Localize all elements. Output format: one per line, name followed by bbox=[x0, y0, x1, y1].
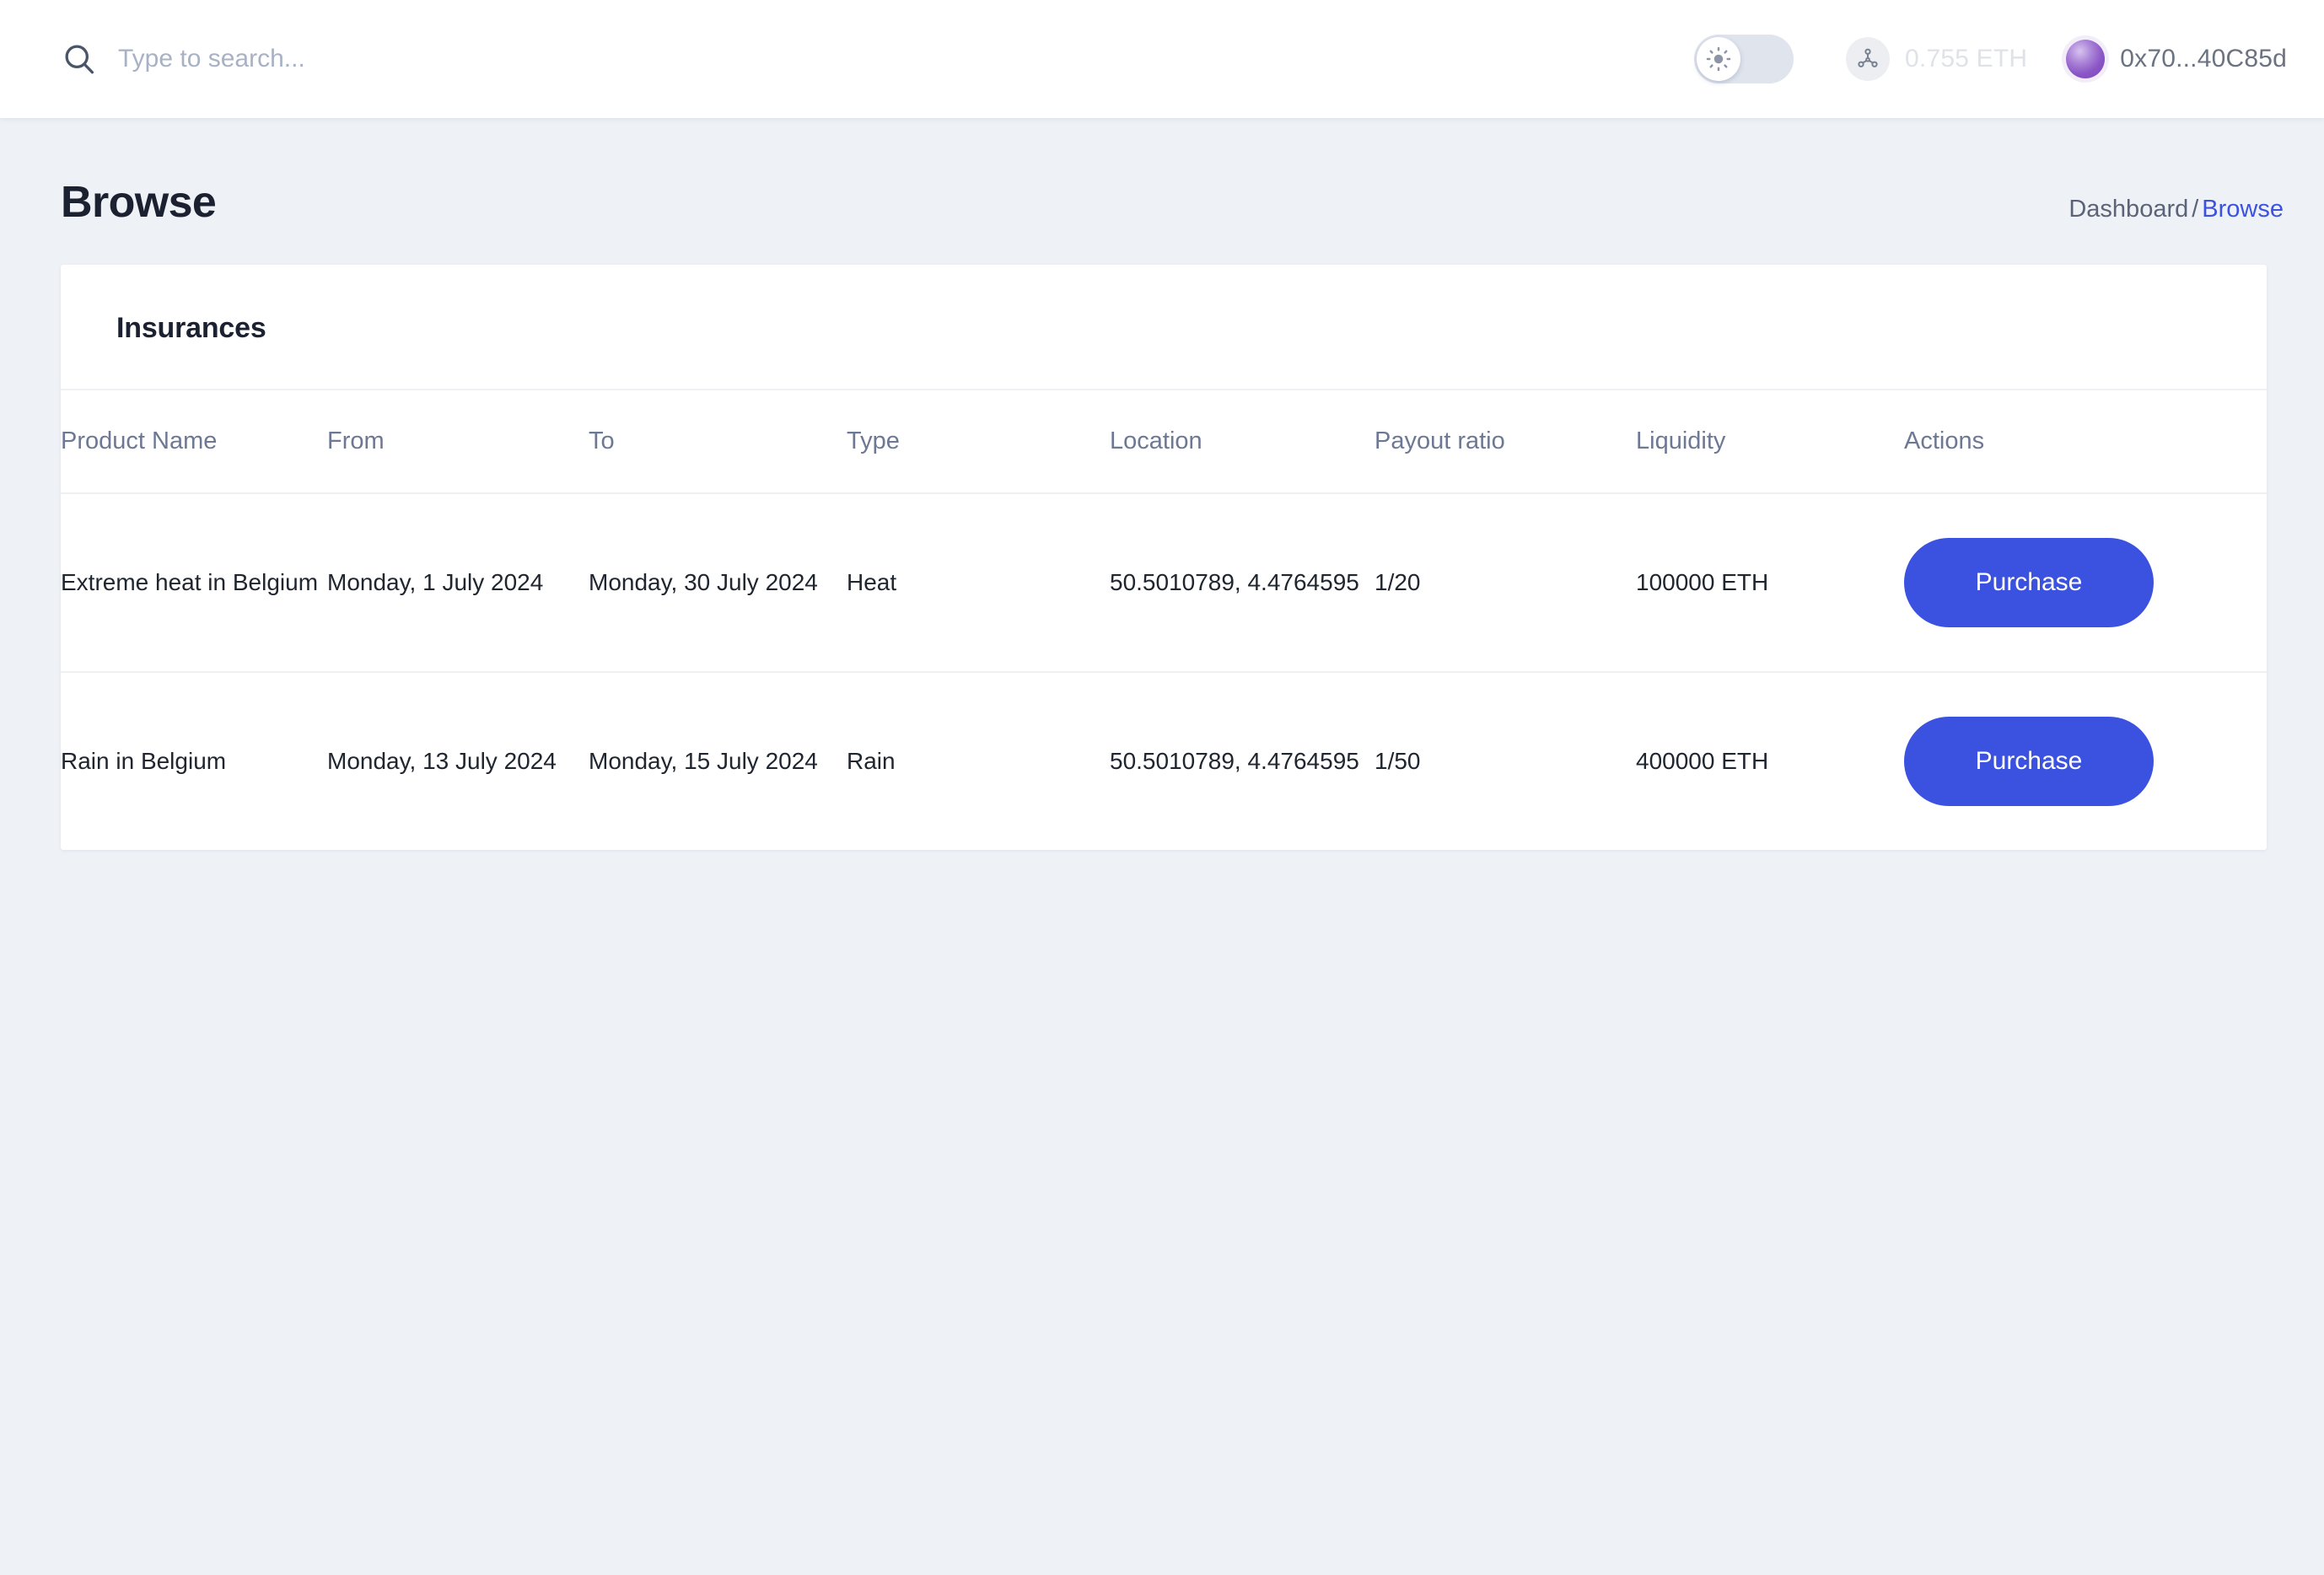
search-input[interactable] bbox=[118, 45, 877, 73]
cell-to: Monday, 30 July 2024 bbox=[589, 493, 847, 673]
table-body: Extreme heat in Belgium Monday, 1 July 2… bbox=[61, 493, 2267, 850]
column-header-payout-ratio: Payout ratio bbox=[1374, 390, 1636, 494]
breadcrumb-item-dashboard[interactable]: Dashboard bbox=[2068, 196, 2188, 223]
breadcrumb: Dashboard / Browse bbox=[2068, 196, 2284, 223]
cell-actions: Purchase bbox=[1904, 672, 2267, 850]
card-header: Insurances bbox=[61, 265, 2267, 390]
cell-location: 50.5010789, 4.4764595 bbox=[1110, 493, 1374, 673]
cell-actions: Purchase bbox=[1904, 493, 2267, 673]
page-header: Browse Dashboard / Browse bbox=[0, 118, 2324, 228]
cell-location: 50.5010789, 4.4764595 bbox=[1110, 672, 1374, 850]
avatar bbox=[2066, 40, 2106, 78]
cell-type: Heat bbox=[847, 493, 1110, 673]
cell-location-text: 50.5010789, 4.4764595 bbox=[1110, 569, 1359, 595]
cell-type: Rain bbox=[847, 748, 896, 774]
purchase-button[interactable]: Purchase bbox=[1904, 717, 2154, 806]
insurances-table: Product Name From To Type Location Payou… bbox=[61, 390, 2267, 850]
column-header-liquidity: Liquidity bbox=[1636, 390, 1904, 494]
cell-liquidity: 400000 ETH bbox=[1636, 748, 1769, 774]
cell-payout-ratio: 1/20 bbox=[1374, 493, 1636, 673]
cell-from: Monday, 13 July 2024 bbox=[327, 748, 557, 774]
wallet-address: 0x70...40C85d bbox=[2120, 45, 2287, 73]
cell-liquidity: 100000 ETH bbox=[1636, 493, 1904, 673]
eth-balance-text: 0.755 ETH bbox=[1905, 45, 2028, 73]
cell-product-name: Extreme heat in Belgium bbox=[61, 493, 327, 673]
cell-product-name: Rain in Belgium bbox=[61, 748, 227, 774]
theme-toggle-knob bbox=[1697, 37, 1741, 81]
top-bar: 0.755 ETH 0x70...40C85d bbox=[0, 0, 2324, 118]
cell-to: Monday, 15 July 2024 bbox=[589, 748, 818, 774]
eth-balance[interactable]: 0.755 ETH bbox=[1846, 37, 2027, 81]
table-row: Extreme heat in Belgium Monday, 1 July 2… bbox=[61, 493, 2267, 673]
page-title: Browse bbox=[61, 178, 217, 227]
purchase-button[interactable]: Purchase bbox=[1904, 538, 2154, 627]
search-icon bbox=[61, 40, 98, 78]
column-header-to: To bbox=[589, 390, 847, 494]
breadcrumb-separator: / bbox=[2192, 196, 2199, 223]
breadcrumb-item-browse[interactable]: Browse bbox=[2202, 196, 2284, 223]
search-bar[interactable] bbox=[61, 40, 1694, 78]
wallet-button[interactable]: 0x70...40C85d bbox=[2066, 40, 2287, 78]
cell-from: Monday, 1 July 2024 bbox=[327, 493, 589, 673]
theme-toggle[interactable] bbox=[1694, 35, 1794, 83]
column-header-from: From bbox=[327, 390, 589, 494]
table-row: Rain in Belgium Monday, 13 July 2024 Mon… bbox=[61, 672, 2267, 850]
network-icon bbox=[1846, 37, 1891, 81]
cell-payout-ratio: 1/50 bbox=[1374, 748, 1421, 774]
table-header: Product Name From To Type Location Payou… bbox=[61, 390, 2267, 494]
column-header-actions: Actions bbox=[1904, 390, 2267, 494]
column-header-product-name: Product Name bbox=[61, 390, 327, 494]
card-title: Insurances bbox=[116, 312, 266, 344]
column-header-location: Location bbox=[1110, 390, 1374, 494]
insurances-card: Insurances Product Name From To Type Loc… bbox=[61, 265, 2267, 850]
table-header-row: Product Name From To Type Location Payou… bbox=[61, 390, 2267, 494]
cell-location-text: 50.5010789, 4.4764595 bbox=[1110, 748, 1359, 774]
top-bar-right: 0.755 ETH 0x70...40C85d bbox=[1694, 35, 2287, 83]
column-header-type: Type bbox=[847, 390, 1110, 494]
